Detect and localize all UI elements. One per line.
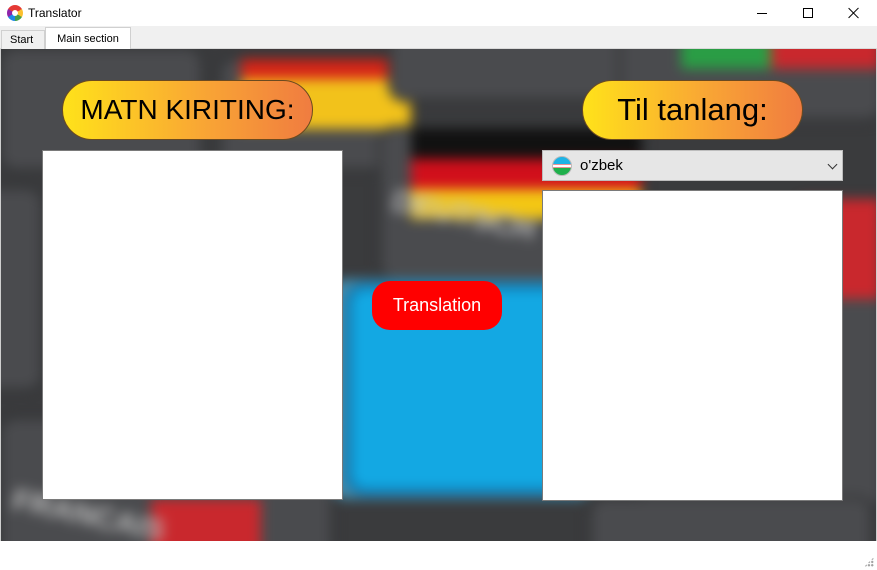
tab-start[interactable]: Start	[1, 30, 45, 49]
app-icon	[7, 5, 23, 21]
output-textarea[interactable]	[542, 190, 843, 501]
close-button[interactable]	[831, 0, 877, 26]
language-select[interactable]: o'zbek	[542, 150, 843, 181]
window-title: Translator	[28, 6, 82, 20]
close-icon	[848, 7, 860, 19]
input-heading: MATN KIRITING:	[62, 80, 313, 140]
chevron-down-icon	[827, 159, 838, 170]
minimize-button[interactable]	[739, 0, 785, 26]
tab-main-section[interactable]: Main section	[45, 27, 131, 50]
uzbekistan-flag-icon	[552, 155, 572, 176]
tab-strip: Start Main section	[0, 26, 877, 50]
maximize-icon	[803, 8, 813, 18]
translate-button[interactable]: Translation	[372, 281, 502, 330]
title-bar: Translator	[0, 0, 877, 26]
minimize-icon	[757, 12, 767, 14]
main-section-panel: DEUTSCH FRANCAIS MATN KIRITING: Til tanl…	[0, 49, 877, 541]
input-textarea[interactable]	[42, 150, 343, 500]
language-heading: Til tanlang:	[582, 80, 803, 140]
status-area	[0, 541, 877, 570]
maximize-button[interactable]	[785, 0, 831, 26]
resize-grip-icon[interactable]	[864, 557, 874, 567]
language-select-value: o'zbek	[580, 157, 623, 174]
